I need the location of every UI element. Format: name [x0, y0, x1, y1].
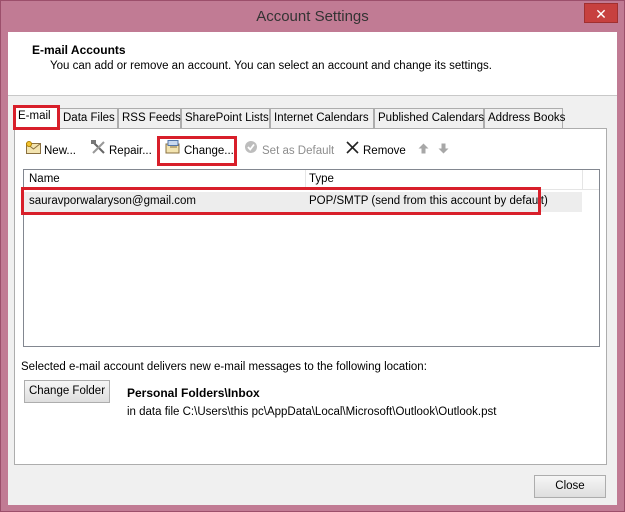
title-bar: Account Settings ✕: [1, 1, 624, 33]
new-label: New...: [44, 145, 76, 157]
account-settings-window: Account Settings ✕ E-mail Accounts You c…: [0, 0, 625, 512]
dialog-header: E-mail Accounts You can add or remove an…: [8, 32, 617, 96]
column-header-type[interactable]: Type: [309, 173, 334, 185]
account-name-cell: sauravporwalaryson@gmail.com: [29, 195, 196, 207]
header-title: E-mail Accounts: [32, 43, 126, 57]
repair-label: Repair...: [109, 145, 152, 157]
tab-published-calendars[interactable]: Published Calendars: [374, 108, 484, 128]
window-title: Account Settings: [256, 8, 369, 25]
tab-rss-feeds[interactable]: RSS Feeds: [118, 108, 181, 128]
tools-icon: [90, 139, 106, 163]
data-file-path: in data file C:\Users\this pc\AppData\Lo…: [127, 406, 497, 418]
arrow-up-icon: [415, 139, 431, 163]
set-default-button[interactable]: Set as Default: [243, 139, 334, 163]
list-header: Name Type: [24, 170, 599, 190]
tab-data-files[interactable]: Data Files: [59, 108, 118, 128]
change-settings-icon: [165, 139, 181, 163]
remove-label: Remove: [363, 145, 406, 157]
account-list[interactable]: Name Type sauravporwalaryson@gmail.com P…: [23, 169, 600, 347]
repair-button[interactable]: Repair...: [90, 139, 152, 163]
remove-x-icon: [344, 139, 360, 163]
check-circle-icon: [243, 139, 259, 163]
move-down-button[interactable]: [435, 139, 454, 163]
tab-sharepoint-lists[interactable]: SharePoint Lists: [181, 108, 270, 128]
change-folder-label: Change Folder: [28, 385, 106, 397]
envelope-icon: [25, 139, 41, 163]
close-label: Close: [555, 480, 585, 492]
remove-button[interactable]: Remove: [344, 139, 406, 163]
account-toolbar: New... Repair... Change... Set as Defaul…: [15, 139, 608, 163]
column-divider[interactable]: [582, 170, 583, 190]
account-type-cell: POP/SMTP (send from this account by defa…: [309, 195, 548, 207]
tab-email[interactable]: E-mail: [14, 106, 59, 128]
table-row[interactable]: sauravporwalaryson@gmail.com POP/SMTP (s…: [24, 192, 582, 212]
delivery-folder: Personal Folders\Inbox: [127, 386, 260, 400]
change-folder-button[interactable]: Change Folder: [24, 380, 110, 403]
dialog-client: E-mail Accounts You can add or remove an…: [8, 32, 617, 505]
tab-address-books[interactable]: Address Books: [484, 108, 565, 128]
column-header-name[interactable]: Name: [29, 173, 60, 185]
tab-internet-calendars[interactable]: Internet Calendars: [270, 108, 374, 128]
change-label: Change...: [184, 145, 234, 157]
column-divider[interactable]: [305, 170, 306, 190]
move-up-button[interactable]: [415, 139, 434, 163]
arrow-down-icon: [435, 139, 451, 163]
header-description: You can add or remove an account. You ca…: [50, 60, 492, 72]
set-default-label: Set as Default: [262, 145, 335, 157]
close-button[interactable]: Close: [534, 475, 606, 498]
window-close-button[interactable]: ✕: [584, 3, 618, 23]
change-button[interactable]: Change...: [165, 139, 234, 163]
email-tab-panel: New... Repair... Change... Set as Defaul…: [14, 128, 607, 465]
delivery-description: Selected e-mail account delivers new e-m…: [21, 361, 427, 373]
new-account-button[interactable]: New...: [25, 139, 76, 163]
